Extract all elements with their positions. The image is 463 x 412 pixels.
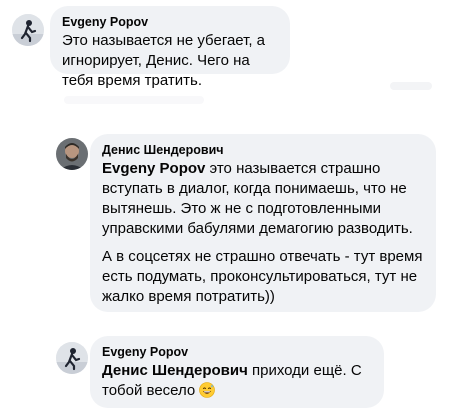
avatar-evgeny-icon <box>56 342 88 374</box>
mention-link[interactable]: Денис Шендерович <box>102 362 248 379</box>
avatar-denis-shenderovich[interactable] <box>56 138 88 170</box>
avatar-evgeny-icon <box>12 14 44 46</box>
comment-text: Денис Шендерович приходи ещё. С тобой ве… <box>102 361 372 401</box>
comment-bubble: Evgeny Popov Денис Шендерович приходи ещ… <box>90 336 384 408</box>
avatar-evgeny-popov[interactable] <box>56 342 88 374</box>
comment-author[interactable]: Evgeny Popov <box>102 344 372 360</box>
comment-bubble: Денис Шендерович Evgeny Popov это называ… <box>90 134 436 312</box>
avatar-evgeny-popov[interactable] <box>12 14 44 46</box>
blurred-reaction-area <box>390 82 432 90</box>
comment-bubble: Evgeny Popov Это называется не убегает, … <box>50 6 290 89</box>
grinning-sweat-emoji-icon <box>199 382 216 398</box>
comment-text: Это называется не убегает, а игнорирует,… <box>62 32 266 89</box>
avatar-denis-icon <box>56 138 88 170</box>
comment-author[interactable]: Денис Шендерович <box>102 142 424 158</box>
blurred-actions-row <box>64 96 204 104</box>
mention-link[interactable]: Evgeny Popov <box>102 160 205 177</box>
comment-paragraph-2: А в соцсетях не страшно отвечать - тут в… <box>102 248 423 305</box>
comment-author[interactable]: Evgeny Popov <box>62 14 278 30</box>
comment-text: Evgeny Popov это называется страшно всту… <box>102 159 424 239</box>
